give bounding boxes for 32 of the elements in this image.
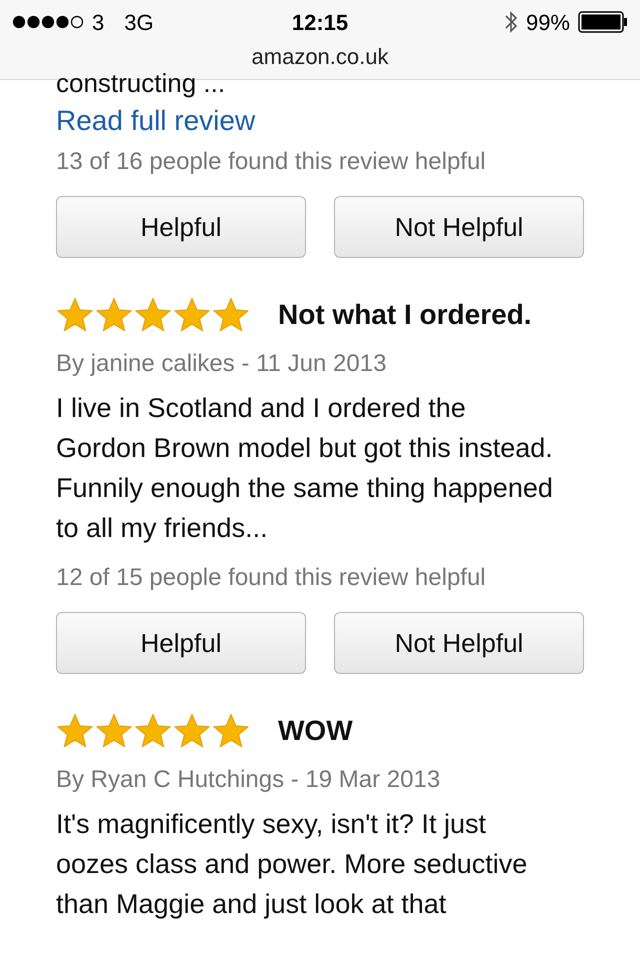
clock-time: 12:15 — [292, 8, 348, 36]
review-byline: By Ryan C Hutchings - 19 Mar 2013 — [56, 765, 442, 795]
signal-icon — [12, 15, 84, 29]
vote-button[interactable]: Helpful — [56, 196, 306, 258]
star-icon — [95, 297, 133, 333]
star-icon — [212, 297, 250, 333]
helpful-count: 12 of 15 people found this review helpful — [56, 563, 487, 593]
review-text: It's magnificently sexy, isn't it? It just oozes class and power. More seductive than Maggie and just look at that — [56, 808, 528, 921]
vote-button[interactable]: Not Helpful — [334, 196, 584, 258]
review-title: WOW — [278, 714, 353, 748]
review-byline: By janine calikes - 11 Jun 2013 — [56, 349, 388, 379]
star-icon — [134, 713, 172, 749]
review-title: Not what I ordered. — [278, 298, 532, 332]
star-icon — [212, 713, 250, 749]
network-label: 3G — [124, 8, 154, 36]
read-full-review-link[interactable]: Read full review — [56, 100, 584, 142]
carrier-label: 3 — [92, 8, 104, 36]
review-text: I live in Scotland and I ordered the Gordon Brown model but got this instead. Funnily enough the same thing happened to all my friends... — [56, 392, 554, 545]
star-icon — [134, 297, 172, 333]
star-icon — [95, 713, 133, 749]
battery-percent: 99% — [526, 8, 570, 36]
battery-icon — [578, 11, 628, 33]
star-icon — [56, 713, 94, 749]
bluetooth-icon — [504, 10, 518, 34]
vote-button[interactable]: Helpful — [56, 612, 306, 674]
star-icon — [56, 297, 94, 333]
star-icon — [173, 297, 211, 333]
vote-button[interactable]: Not Helpful — [334, 612, 584, 674]
review-text: constructing ... — [56, 70, 226, 96]
address-text[interactable]: amazon.co.uk — [252, 44, 388, 69]
star-icon — [173, 713, 211, 749]
helpful-count: 13 of 16 people found this review helpful — [56, 147, 487, 177]
